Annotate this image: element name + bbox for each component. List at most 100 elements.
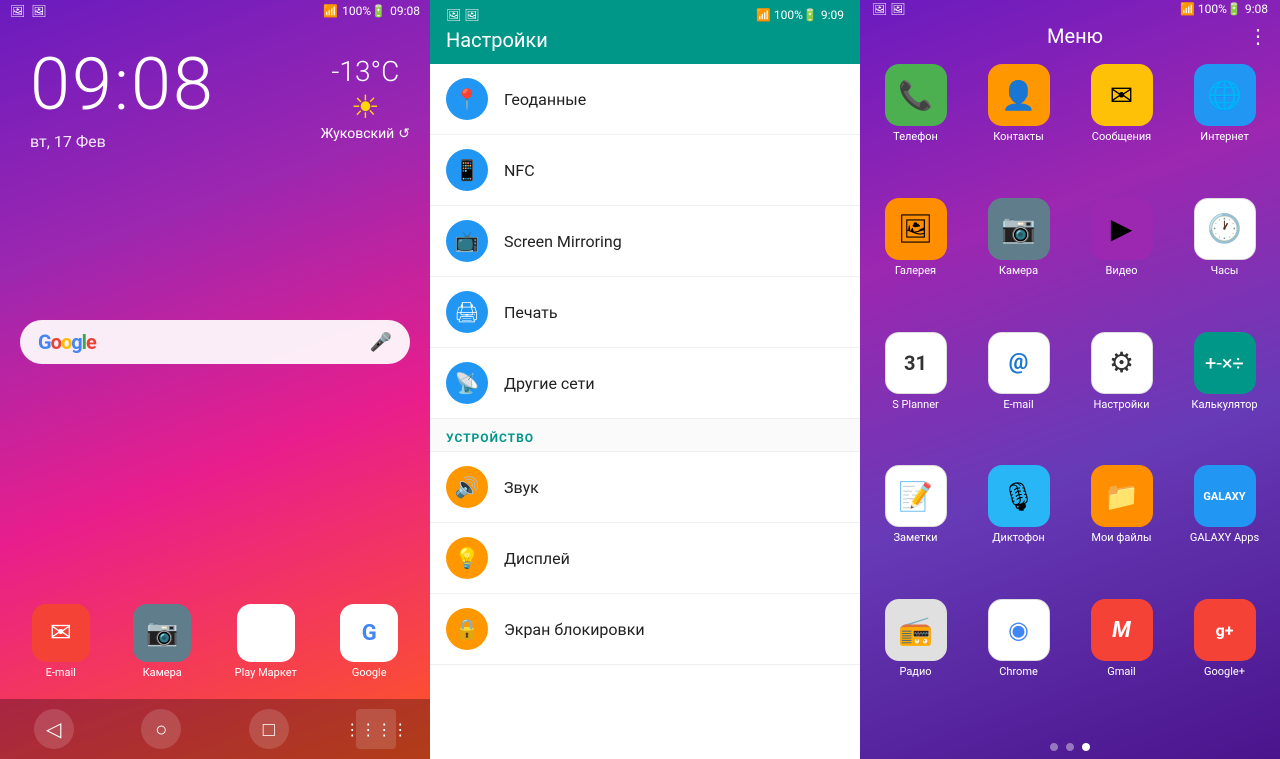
voice-recorder-icon: 🎙 [988,465,1050,527]
camera-label: Камера [999,264,1038,277]
dock-playstore[interactable]: ▶ Play Маркет [235,604,297,679]
settings-item-screen-mirroring[interactable]: 📺 Screen Mirroring [430,206,860,277]
app-settings[interactable]: ⚙ Настройки [1074,332,1169,458]
app-google-plus[interactable]: g+ Google+ [1177,599,1272,725]
app-email[interactable]: @ E-mail [971,332,1066,458]
other-networks-icon: 📡 [446,362,488,404]
menu-signal: 📶 100%🔋 [1180,2,1242,16]
splanner-label: S Planner [892,398,939,411]
settings-item-nfc[interactable]: 📱 NFC [430,135,860,206]
menu-status-right: 📶 100%🔋 9:08 [1180,2,1268,16]
settings-time: 9:09 [821,8,844,22]
dot-1 [1050,743,1058,751]
refresh-icon[interactable]: ↺ [398,126,410,142]
google-search-bar[interactable]: Google 🎤 [20,320,410,364]
app-internet[interactable]: 🌐 Интернет [1177,64,1272,190]
dock-camera[interactable]: 📷 Камера [133,604,191,679]
settings-item-sound[interactable]: 🔊 Звук [430,452,860,523]
lockscreen-settings-label: Экран блокировки [504,620,645,639]
city-name: Жуковский ↺ [321,126,410,142]
app-video[interactable]: ▶ Видео [1074,198,1169,324]
chrome-icon: ◉ [988,599,1050,661]
google-maps-icon: G [340,604,398,662]
dock-google[interactable]: G Google [340,604,398,679]
email-icon: ✉ [32,604,90,662]
gallery-label: Галерея [895,264,936,277]
settings-header: 🖼 🖼 📶 100%🔋 9:09 Настройки [430,0,860,64]
clock-icon: 🕐 [1194,198,1256,260]
settings-image-icon: 🖼 [464,8,479,22]
calculator-icon: +-×÷ [1194,332,1256,394]
settings-title: Настройки [446,28,844,52]
dock-row: ✉ E-mail 📷 Камера ▶ Play Маркет G Google [0,604,430,679]
settings-item-lockscreen[interactable]: 🔒 Экран блокировки [430,594,860,665]
screenshot-icon: 🖼 [10,4,25,18]
app-messages[interactable]: ✉ Сообщения [1074,64,1169,190]
playstore-icon: ▶ [237,604,295,662]
screen-mirroring-label: Screen Mirroring [504,232,622,251]
menu-header: Меню ⋮ [860,18,1280,54]
app-myfiles[interactable]: 📁 Мои файлы [1074,465,1169,591]
contacts-label: Контакты [993,130,1044,143]
home-button[interactable]: ○ [141,709,181,749]
menu-status-bar: 🖼 🖼 📶 100%🔋 9:08 [860,0,1280,18]
display-label: Дисплей [504,549,570,568]
lockscreen-panel: 🖼 🖼 📶 100%🔋 09:08 09:08 вт, 17 Фев -13°C… [0,0,430,759]
menu-dots-nav[interactable]: ⋮⋮⋮⋮ [356,709,396,749]
menu-panel: 🖼 🖼 📶 100%🔋 9:08 Меню ⋮ 📞 Телефон 👤 Конт… [860,0,1280,759]
sound-label: Звук [504,478,539,497]
email-app-label: E-mail [1003,398,1033,411]
settings-list: 📍 Геоданные 📱 NFC 📺 Screen Mirroring 🖨 П… [430,64,860,759]
notes-icon: 📝 [885,465,947,527]
settings-panel: 🖼 🖼 📶 100%🔋 9:09 Настройки 📍 Геоданные 📱… [430,0,860,759]
voice-recorder-label: Диктофон [992,531,1045,544]
calculator-label: Калькулятор [1191,398,1257,411]
temperature: -13°C [321,55,410,88]
app-radio[interactable]: 📻 Радио [868,599,963,725]
app-galaxy-apps[interactable]: GALAXY GALAXY Apps [1177,465,1272,591]
recents-button[interactable]: □ [249,709,289,749]
battery-icon: 100%🔋 [342,4,386,18]
app-contacts[interactable]: 👤 Контакты [971,64,1066,190]
messages-label: Сообщения [1092,130,1151,143]
settings-item-print[interactable]: 🖨 Печать [430,277,860,348]
settings-item-geodata[interactable]: 📍 Геоданные [430,64,860,135]
phone-label: Телефон [893,130,938,143]
settings-app-icon: ⚙ [1091,332,1153,394]
image-icon: 🖼 [31,4,46,18]
nfc-icon: 📱 [446,149,488,191]
app-camera[interactable]: 📷 Камера [971,198,1066,324]
app-phone[interactable]: 📞 Телефон [868,64,963,190]
print-icon: 🖨 [446,291,488,333]
video-label: Видео [1106,264,1138,277]
back-button[interactable]: ◁ [34,709,74,749]
menu-more-button[interactable]: ⋮ [1248,24,1268,48]
mic-icon[interactable]: 🎤 [370,332,392,353]
app-calculator[interactable]: +-×÷ Калькулятор [1177,332,1272,458]
display-icon: 💡 [446,537,488,579]
app-notes[interactable]: 📝 Заметки [868,465,963,591]
app-voice-recorder[interactable]: 🎙 Диктофон [971,465,1066,591]
google-plus-icon: g+ [1194,599,1256,661]
sound-icon: 🔊 [446,466,488,508]
dock-email[interactable]: ✉ E-mail [32,604,90,679]
settings-item-other-networks[interactable]: 📡 Другие сети [430,348,860,419]
settings-item-display[interactable]: 💡 Дисплей [430,523,860,594]
app-gmail[interactable]: M Gmail [1074,599,1169,725]
app-chrome[interactable]: ◉ Chrome [971,599,1066,725]
menu-time: 9:08 [1245,2,1268,16]
galaxy-apps-icon: GALAXY [1194,465,1256,527]
app-clock[interactable]: 🕐 Часы [1177,198,1272,324]
bottom-navigation: ◁ ○ □ ⋮⋮⋮⋮ [0,699,430,759]
gallery-icon: 🖼 [885,198,947,260]
section-device: УСТРОЙСТВО [430,419,860,452]
camera-icon: 📷 [133,604,191,662]
dock-email-label: E-mail [46,666,76,679]
app-splanner[interactable]: 31 S Planner [868,332,963,458]
clock-label: Часы [1211,264,1239,277]
settings-status-right: 📶 100%🔋 9:09 [756,8,844,22]
settings-status-bar: 🖼 🖼 📶 100%🔋 9:09 [446,8,844,22]
app-grid: 📞 Телефон 👤 Контакты ✉ Сообщения 🌐 Интер… [860,54,1280,735]
screen-mirroring-icon: 📺 [446,220,488,262]
app-gallery[interactable]: 🖼 Галерея [868,198,963,324]
